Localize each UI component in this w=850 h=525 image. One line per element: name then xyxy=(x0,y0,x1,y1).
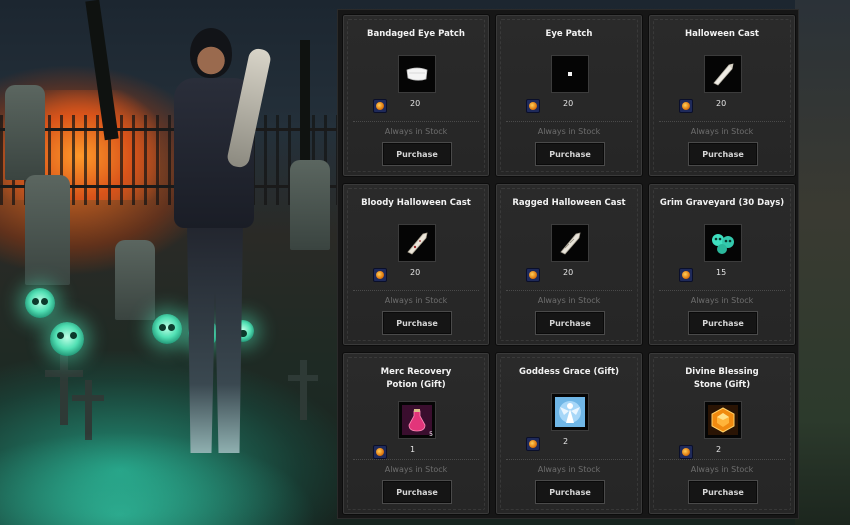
item-price: 20 xyxy=(410,99,421,108)
divider xyxy=(353,459,479,460)
item-title: Grim Graveyard (30 Days) xyxy=(659,198,785,208)
purchase-button[interactable]: Purchase xyxy=(688,311,758,335)
eye-patch-icon[interactable] xyxy=(551,55,589,93)
item-price: 2 xyxy=(563,437,569,446)
item-price: 20 xyxy=(563,99,574,108)
divider xyxy=(659,290,785,291)
purchase-button[interactable]: Purchase xyxy=(688,142,758,166)
tombstone xyxy=(5,85,45,180)
item-title: Ragged Halloween Cast xyxy=(512,198,626,208)
stock-status: Always in Stock xyxy=(690,465,754,474)
item-title: Divine Blessing Stone (Gift) xyxy=(685,367,759,390)
divider xyxy=(353,290,479,291)
character-legs xyxy=(187,223,243,453)
stock-status: Always in Stock xyxy=(537,296,601,305)
divider xyxy=(506,121,632,122)
pumpkin-coin-icon xyxy=(679,268,693,282)
purchase-button[interactable]: Purchase xyxy=(535,311,605,335)
pumpkin-coin-icon xyxy=(373,268,387,282)
goddess-icon[interactable] xyxy=(551,393,589,431)
item-title: Halloween Cast xyxy=(684,29,759,39)
stock-status: Always in Stock xyxy=(384,296,448,305)
shop-item-card: Bandaged Eye Patch 20 Always in Stock Pu… xyxy=(342,14,490,177)
item-title: Bandaged Eye Patch xyxy=(367,29,465,39)
divider xyxy=(659,459,785,460)
item-title: Goddess Grace (Gift) xyxy=(519,367,619,377)
skulls-icon[interactable] xyxy=(704,224,742,262)
price-row: 20 xyxy=(373,99,463,113)
pumpkin-coin-icon xyxy=(526,99,540,113)
shop-item-card: Grim Graveyard (30 Days) 15 Always in St… xyxy=(648,183,796,346)
shop-item-card: Divine Blessing Stone (Gift) 2 Always in… xyxy=(648,352,796,515)
item-title: Bloody Halloween Cast xyxy=(361,198,471,208)
item-price: 15 xyxy=(716,268,727,277)
shop-item-card: Eye Patch 20 Always in Stock Purchase xyxy=(495,14,643,177)
bloody-cast-icon[interactable] xyxy=(398,224,436,262)
shop-panel: Bandaged Eye Patch 20 Always in Stock Pu… xyxy=(337,9,799,519)
price-row: 20 xyxy=(526,268,616,282)
pumpkin-coin-icon xyxy=(373,99,387,113)
shop-item-card: Ragged Halloween Cast 20 Always in Stock… xyxy=(495,183,643,346)
price-row: 20 xyxy=(373,268,463,282)
item-price: 2 xyxy=(716,445,722,454)
potion-icon[interactable]: 5 xyxy=(398,401,436,439)
item-title: Eye Patch xyxy=(545,29,593,39)
purchase-button[interactable]: Purchase xyxy=(535,480,605,504)
purchase-button[interactable]: Purchase xyxy=(535,142,605,166)
item-price: 20 xyxy=(716,99,727,108)
pumpkin-coin-icon xyxy=(679,99,693,113)
stock-status: Always in Stock xyxy=(690,127,754,136)
price-row: 2 xyxy=(679,445,769,459)
divider xyxy=(506,290,632,291)
glowing-skull xyxy=(25,288,55,318)
price-row: 2 xyxy=(526,437,616,451)
stock-status: Always in Stock xyxy=(537,465,601,474)
shop-item-card: Goddess Grace (Gift) 2 Always in Stock P… xyxy=(495,352,643,515)
divider xyxy=(659,121,785,122)
price-row: 20 xyxy=(679,99,769,113)
glowing-skull xyxy=(50,322,84,356)
divider xyxy=(506,459,632,460)
purchase-button[interactable]: Purchase xyxy=(688,480,758,504)
bandaged-eye-patch-icon[interactable] xyxy=(398,55,436,93)
purchase-button[interactable]: Purchase xyxy=(382,311,452,335)
item-price: 20 xyxy=(410,268,421,277)
stock-status: Always in Stock xyxy=(384,465,448,474)
tombstone xyxy=(25,175,70,285)
gem-icon[interactable] xyxy=(704,401,742,439)
character-head xyxy=(190,28,232,78)
pumpkin-coin-icon xyxy=(373,445,387,459)
shop-item-card: Bloody Halloween Cast 20 Always in Stock… xyxy=(342,183,490,346)
ragged-cast-icon[interactable] xyxy=(551,224,589,262)
background-right xyxy=(795,0,850,525)
purchase-button[interactable]: Purchase xyxy=(382,142,452,166)
dead-tree xyxy=(300,40,310,160)
item-title: Merc Recovery Potion (Gift) xyxy=(380,367,452,390)
price-row: 1 xyxy=(373,445,463,459)
pumpkin-coin-icon xyxy=(679,445,693,459)
price-row: 15 xyxy=(679,268,769,282)
shop-item-card: Halloween Cast 20 Always in Stock Purcha… xyxy=(648,14,796,177)
stock-status: Always in Stock xyxy=(384,127,448,136)
price-row: 20 xyxy=(526,99,616,113)
purchase-button[interactable]: Purchase xyxy=(382,480,452,504)
item-price: 20 xyxy=(563,268,574,277)
tombstone xyxy=(290,160,330,250)
halloween-cast-icon[interactable] xyxy=(704,55,742,93)
tombstone xyxy=(115,240,155,320)
divider xyxy=(353,121,479,122)
pumpkin-coin-icon xyxy=(526,268,540,282)
stock-status: Always in Stock xyxy=(690,296,754,305)
item-quantity: 5 xyxy=(429,431,433,438)
pumpkin-coin-icon xyxy=(526,437,540,451)
stock-status: Always in Stock xyxy=(537,127,601,136)
shop-item-card: Merc Recovery Potion (Gift) 5 1 Always i… xyxy=(342,352,490,515)
player-character xyxy=(160,28,280,478)
item-price: 1 xyxy=(410,445,416,454)
